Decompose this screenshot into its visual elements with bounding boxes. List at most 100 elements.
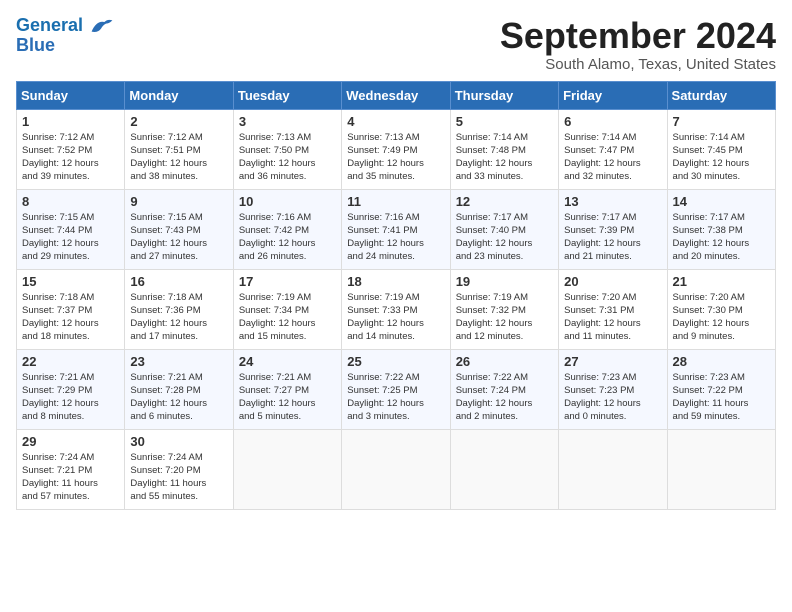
day-number: 21 <box>673 274 770 289</box>
calendar-day-cell: 5 Sunrise: 7:14 AM Sunset: 7:48 PM Daylig… <box>450 109 558 189</box>
day-number: 13 <box>564 194 661 209</box>
day-info: Sunrise: 7:18 AM Sunset: 7:36 PM Dayligh… <box>130 291 227 344</box>
day-number: 2 <box>130 114 227 129</box>
day-info: Sunrise: 7:13 AM Sunset: 7:50 PM Dayligh… <box>239 131 336 184</box>
day-number: 30 <box>130 434 227 449</box>
calendar-day-cell: 22 Sunrise: 7:21 AM Sunset: 7:29 PM Dayli… <box>17 349 125 429</box>
calendar-day-cell: 19Sunrise: 7:19 AM Sunset: 7:32 PM Dayli… <box>450 269 558 349</box>
day-number: 18 <box>347 274 444 289</box>
calendar-header-thursday: Thursday <box>450 81 558 109</box>
day-number: 23 <box>130 354 227 369</box>
day-info: Sunrise: 7:21 AM Sunset: 7:28 PM Dayligh… <box>130 371 227 424</box>
calendar-day-cell: 24Sunrise: 7:21 AM Sunset: 7:27 PM Dayli… <box>233 349 341 429</box>
calendar-header-row: SundayMondayTuesdayWednesdayThursdayFrid… <box>17 81 776 109</box>
day-info: Sunrise: 7:21 AM Sunset: 7:27 PM Dayligh… <box>239 371 336 424</box>
day-number: 7 <box>673 114 770 129</box>
calendar-header-saturday: Saturday <box>667 81 775 109</box>
calendar-day-cell: 12Sunrise: 7:17 AM Sunset: 7:40 PM Dayli… <box>450 189 558 269</box>
calendar-day-cell: 3 Sunrise: 7:13 AM Sunset: 7:50 PM Daylig… <box>233 109 341 189</box>
day-number: 9 <box>130 194 227 209</box>
day-number: 20 <box>564 274 661 289</box>
calendar-day-cell: 14 Sunrise: 7:17 AM Sunset: 7:38 PM Dayli… <box>667 189 775 269</box>
day-number: 6 <box>564 114 661 129</box>
day-number: 3 <box>239 114 336 129</box>
day-info: Sunrise: 7:20 AM Sunset: 7:30 PM Dayligh… <box>673 291 770 344</box>
calendar-day-cell: 21 Sunrise: 7:20 AM Sunset: 7:30 PM Dayli… <box>667 269 775 349</box>
day-number: 17 <box>239 274 336 289</box>
calendar-day-cell: 10 Sunrise: 7:16 AM Sunset: 7:42 PM Dayli… <box>233 189 341 269</box>
calendar-header-friday: Friday <box>559 81 667 109</box>
calendar-day-cell: 28 Sunrise: 7:23 AM Sunset: 7:22 PM Dayli… <box>667 349 775 429</box>
calendar-day-cell <box>342 429 450 509</box>
logo-text: General <box>16 16 114 36</box>
day-info: Sunrise: 7:14 AM Sunset: 7:45 PM Dayligh… <box>673 131 770 184</box>
calendar-header-monday: Monday <box>125 81 233 109</box>
day-info: Sunrise: 7:23 AM Sunset: 7:22 PM Dayligh… <box>673 371 770 424</box>
day-number: 11 <box>347 194 444 209</box>
calendar-day-cell: 27 Sunrise: 7:23 AM Sunset: 7:23 PM Dayli… <box>559 349 667 429</box>
calendar-day-cell: 18 Sunrise: 7:19 AM Sunset: 7:33 PM Dayli… <box>342 269 450 349</box>
day-info: Sunrise: 7:15 AM Sunset: 7:44 PM Dayligh… <box>22 211 119 264</box>
day-info: Sunrise: 7:18 AM Sunset: 7:37 PM Dayligh… <box>22 291 119 344</box>
day-info: Sunrise: 7:21 AM Sunset: 7:29 PM Dayligh… <box>22 371 119 424</box>
location-text: South Alamo, Texas, United States <box>500 56 776 73</box>
calendar-day-cell <box>233 429 341 509</box>
calendar-day-cell: 26Sunrise: 7:22 AM Sunset: 7:24 PM Dayli… <box>450 349 558 429</box>
calendar-week-row: 29Sunrise: 7:24 AM Sunset: 7:21 PM Dayli… <box>17 429 776 509</box>
day-number: 14 <box>673 194 770 209</box>
day-info: Sunrise: 7:12 AM Sunset: 7:51 PM Dayligh… <box>130 131 227 184</box>
day-number: 8 <box>22 194 119 209</box>
day-info: Sunrise: 7:19 AM Sunset: 7:33 PM Dayligh… <box>347 291 444 344</box>
day-number: 16 <box>130 274 227 289</box>
day-info: Sunrise: 7:17 AM Sunset: 7:40 PM Dayligh… <box>456 211 553 264</box>
day-info: Sunrise: 7:14 AM Sunset: 7:48 PM Dayligh… <box>456 131 553 184</box>
calendar-week-row: 22 Sunrise: 7:21 AM Sunset: 7:29 PM Dayli… <box>17 349 776 429</box>
day-number: 22 <box>22 354 119 369</box>
title-area: September 2024 South Alamo, Texas, Unite… <box>500 16 776 73</box>
calendar-day-cell: 4 Sunrise: 7:13 AM Sunset: 7:49 PM Daylig… <box>342 109 450 189</box>
calendar-header-sunday: Sunday <box>17 81 125 109</box>
calendar-week-row: 1Sunrise: 7:12 AM Sunset: 7:52 PM Daylig… <box>17 109 776 189</box>
day-info: Sunrise: 7:16 AM Sunset: 7:41 PM Dayligh… <box>347 211 444 264</box>
day-info: Sunrise: 7:13 AM Sunset: 7:49 PM Dayligh… <box>347 131 444 184</box>
day-number: 19 <box>456 274 553 289</box>
day-number: 25 <box>347 354 444 369</box>
calendar-day-cell: 30Sunrise: 7:24 AM Sunset: 7:20 PM Dayli… <box>125 429 233 509</box>
calendar-day-cell: 9 Sunrise: 7:15 AM Sunset: 7:43 PM Daylig… <box>125 189 233 269</box>
calendar-table: SundayMondayTuesdayWednesdayThursdayFrid… <box>16 81 776 510</box>
calendar-day-cell: 6 Sunrise: 7:14 AM Sunset: 7:47 PM Daylig… <box>559 109 667 189</box>
calendar-day-cell: 13 Sunrise: 7:17 AM Sunset: 7:39 PM Dayli… <box>559 189 667 269</box>
calendar-day-cell <box>559 429 667 509</box>
calendar-week-row: 15 Sunrise: 7:18 AM Sunset: 7:37 PM Dayli… <box>17 269 776 349</box>
logo: General Blue <box>16 16 114 56</box>
day-info: Sunrise: 7:16 AM Sunset: 7:42 PM Dayligh… <box>239 211 336 264</box>
calendar-day-cell: 8 Sunrise: 7:15 AM Sunset: 7:44 PM Daylig… <box>17 189 125 269</box>
day-info: Sunrise: 7:17 AM Sunset: 7:39 PM Dayligh… <box>564 211 661 264</box>
day-info: Sunrise: 7:17 AM Sunset: 7:38 PM Dayligh… <box>673 211 770 264</box>
calendar-week-row: 8 Sunrise: 7:15 AM Sunset: 7:44 PM Daylig… <box>17 189 776 269</box>
calendar-day-cell <box>667 429 775 509</box>
day-number: 15 <box>22 274 119 289</box>
calendar-day-cell: 17 Sunrise: 7:19 AM Sunset: 7:34 PM Dayli… <box>233 269 341 349</box>
calendar-day-cell: 7 Sunrise: 7:14 AM Sunset: 7:45 PM Daylig… <box>667 109 775 189</box>
calendar-day-cell: 11 Sunrise: 7:16 AM Sunset: 7:41 PM Dayli… <box>342 189 450 269</box>
day-number: 28 <box>673 354 770 369</box>
day-info: Sunrise: 7:24 AM Sunset: 7:21 PM Dayligh… <box>22 451 119 504</box>
day-number: 4 <box>347 114 444 129</box>
calendar-day-cell: 20Sunrise: 7:20 AM Sunset: 7:31 PM Dayli… <box>559 269 667 349</box>
day-info: Sunrise: 7:23 AM Sunset: 7:23 PM Dayligh… <box>564 371 661 424</box>
day-info: Sunrise: 7:12 AM Sunset: 7:52 PM Dayligh… <box>22 131 119 184</box>
calendar-day-cell: 16 Sunrise: 7:18 AM Sunset: 7:36 PM Dayli… <box>125 269 233 349</box>
logo-text-blue: Blue <box>16 35 55 55</box>
day-info: Sunrise: 7:15 AM Sunset: 7:43 PM Dayligh… <box>130 211 227 264</box>
calendar-day-cell: 15 Sunrise: 7:18 AM Sunset: 7:37 PM Dayli… <box>17 269 125 349</box>
day-number: 5 <box>456 114 553 129</box>
day-info: Sunrise: 7:14 AM Sunset: 7:47 PM Dayligh… <box>564 131 661 184</box>
day-number: 10 <box>239 194 336 209</box>
day-number: 26 <box>456 354 553 369</box>
calendar-day-cell: 29Sunrise: 7:24 AM Sunset: 7:21 PM Dayli… <box>17 429 125 509</box>
day-info: Sunrise: 7:19 AM Sunset: 7:34 PM Dayligh… <box>239 291 336 344</box>
calendar-day-cell: 1Sunrise: 7:12 AM Sunset: 7:52 PM Daylig… <box>17 109 125 189</box>
month-title: September 2024 <box>500 16 776 56</box>
day-number: 27 <box>564 354 661 369</box>
